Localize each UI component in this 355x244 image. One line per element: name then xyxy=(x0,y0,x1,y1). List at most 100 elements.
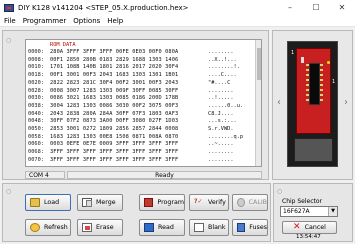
blank-button[interactable]: Blank xyxy=(189,219,229,236)
hex-row: 0038: 3004 1283 1303 0086 3030 00F2 3075 … xyxy=(26,103,261,111)
hex-row: 0058: 1683 1283 1303 00E8 1508 0871 008A … xyxy=(26,134,261,142)
hex-bytes: 3FFF 3FFF 3FFF 3FFF 3FFF 3FFF 3FFF 3FFF xyxy=(50,156,179,163)
close-button[interactable]: ✕ xyxy=(329,0,355,16)
hex-address: 0038: xyxy=(28,102,44,109)
hex-ascii: ........ xyxy=(208,156,234,163)
status-bar: COM 4 Ready xyxy=(25,170,262,179)
menu-help[interactable]: Help xyxy=(107,17,123,25)
hex-bytes: 0086 3021 1683 1303 0085 0186 200D 178B xyxy=(50,95,179,102)
menu-file[interactable]: File xyxy=(4,17,16,25)
merge-label: Merge xyxy=(96,199,116,206)
hex-bytes: 1683 1283 1303 00E8 1508 0871 008A 0870 xyxy=(50,133,179,140)
hex-bytes: 2043 2838 280A 284A 30FF 07F3 1803 0AF3 xyxy=(50,110,179,117)
status-message: Ready xyxy=(67,170,262,179)
hex-ascii: ..X..!... xyxy=(208,56,237,63)
hex-panel: ○ ROM DATA 0000: 280A 3FFF 3FFF 3FFF 00FE… xyxy=(2,30,269,180)
hex-row: 0020: 2822 2823 281C 30F4 00F2 3001 00F3 … xyxy=(26,80,261,88)
zif-socket-image: 1 1 xyxy=(287,41,338,167)
hex-row: 0068: 3FFF 3FFF 3FFF 3FFF 3FFF 3FFF 3FFF … xyxy=(26,149,261,157)
read-icon xyxy=(144,223,154,232)
hex-row: 0000: 280A 3FFF 3FFF 3FFF 00FE 0E03 00F0 … xyxy=(26,49,261,57)
chevron-left-icon[interactable]: ‹ xyxy=(277,97,281,108)
hex-row: 0030: 0086 3021 1683 1303 0085 0186 200D … xyxy=(26,95,261,103)
hex-address: 0070: xyxy=(28,156,44,163)
fuses-button[interactable]: Fuses xyxy=(232,219,268,236)
pin-label: 1 xyxy=(291,50,295,56)
hex-row: 0060: 0003 0EFE 0E7E 0009 3FFF 3FFF 3FFF … xyxy=(26,141,261,149)
minimize-button[interactable]: – xyxy=(277,0,303,16)
hex-row: 0028: 0008 3007 1283 1303 009F 30FF 0085 … xyxy=(26,88,261,96)
calib-button[interactable]: CALIB xyxy=(232,194,268,211)
scrollbar-thumb[interactable] xyxy=(257,48,261,80)
hex-rows: 0000: 280A 3FFF 3FFF 3FFF 00FE 0E03 00F0 … xyxy=(26,49,261,165)
hex-address: 0068: xyxy=(28,149,44,156)
pin-label-right: 1 xyxy=(332,79,336,85)
maximize-button[interactable]: ☐ xyxy=(303,0,329,16)
erase-button[interactable]: Erase xyxy=(77,219,123,236)
chip-selected-value: 16F627A xyxy=(283,208,310,215)
hex-bytes: 30FF 07F2 0873 3A00 00FF 3080 027F 1D03 xyxy=(50,118,179,125)
hex-ascii: ........ xyxy=(208,149,234,156)
fuses-icon xyxy=(237,223,246,232)
hex-row: 0048: 30FF 07F2 0873 3A00 00FF 3080 027F … xyxy=(26,118,261,126)
program-chip-icon xyxy=(144,198,154,207)
hex-row: 0008: 00F1 2850 280B 0183 2829 1688 1303 … xyxy=(26,57,261,65)
hex-ascii: "#....C xyxy=(208,79,231,86)
read-button[interactable]: Read xyxy=(139,219,185,236)
refresh-button[interactable]: Refresh xyxy=(25,219,71,236)
chevron-down-icon[interactable]: ▼ xyxy=(328,207,337,216)
hex-ascii: ........!. xyxy=(208,64,240,71)
cancel-button[interactable]: ✕ Cancel xyxy=(282,221,337,234)
hex-row: 0040: 2043 2838 280A 284A 30FF 07F3 1803 … xyxy=(26,111,261,119)
hex-bytes: 3FFF 3FFF 3FFF 3FFF 3FFF 3FFF 3FFF 3FFF xyxy=(50,149,179,156)
hex-row: 0018: 00F1 3001 00F3 2043 1683 1303 1301 … xyxy=(26,72,261,80)
hex-bytes: 1701 108B 140B 1801 2816 2017 2020 30F4 xyxy=(50,64,179,71)
hex-scrollbar[interactable] xyxy=(255,40,261,166)
hex-bytes: 0003 0EFE 0E7E 0009 3FFF 3FFF 3FFF 3FFF xyxy=(50,141,179,148)
hex-address: 0008: xyxy=(28,56,44,63)
erase-icon xyxy=(82,223,92,232)
hex-bytes: 00F1 2850 280B 0183 2829 1688 1303 1406 xyxy=(50,56,179,63)
app-icon xyxy=(4,4,14,12)
pin1-dot-icon xyxy=(327,61,330,64)
hex-address: 0048: xyxy=(28,118,44,125)
merge-button[interactable]: Merge xyxy=(77,194,123,211)
menu-programmer[interactable]: Programmer xyxy=(23,17,67,25)
window-controls: – ☐ ✕ xyxy=(277,0,355,16)
verify-icon: ?✓ xyxy=(194,198,203,205)
chip-selector-dropdown[interactable]: 16F627A ▼ xyxy=(280,206,338,217)
menu-options[interactable]: Options xyxy=(73,17,100,25)
hex-address: 0060: xyxy=(28,141,44,148)
cancel-label: Cancel xyxy=(304,224,326,231)
hex-address: 0030: xyxy=(28,95,44,102)
hex-address: 0058: xyxy=(28,133,44,140)
calib-icon xyxy=(237,198,245,207)
cancel-x-icon: ✕ xyxy=(293,222,301,232)
panel-grip-icon: ○ xyxy=(277,188,283,195)
hex-ascii: ......0..u. xyxy=(208,102,244,109)
chevron-right-icon[interactable]: › xyxy=(344,97,348,108)
socket-lever-icon xyxy=(301,57,304,63)
pins-right xyxy=(320,64,323,104)
hex-address: 0000: xyxy=(28,49,44,55)
hex-bytes: 2822 2823 281C 30F4 00F2 3001 00F3 2043 xyxy=(50,79,179,86)
load-button[interactable]: Load xyxy=(25,194,71,211)
hex-address: 0020: xyxy=(28,79,44,86)
hex-row: 0070: 3FFF 3FFF 3FFF 3FFF 3FFF 3FFF 3FFF … xyxy=(26,157,261,165)
hex-ascii: ..!..... xyxy=(208,95,234,102)
board xyxy=(294,138,333,162)
program-button[interactable]: Program xyxy=(139,194,185,211)
folder-icon xyxy=(30,198,40,207)
read-label: Read xyxy=(158,224,174,231)
verify-label: Verify xyxy=(208,199,226,206)
hex-ascii: ........q.p xyxy=(208,133,244,140)
rom-data-header: ROM DATA xyxy=(50,42,76,48)
hex-view[interactable]: ROM DATA 0000: 280A 3FFF 3FFF 3FFF 00FE 0… xyxy=(25,39,262,167)
hex-ascii: ..~..... xyxy=(208,141,234,148)
calib-label: CALIB xyxy=(248,199,267,206)
load-label: Load xyxy=(44,199,60,206)
hex-ascii: S.r.VWD. xyxy=(208,126,234,133)
verify-button[interactable]: ?✓ Verify xyxy=(189,194,229,211)
menu-bar: File Programmer Options Help xyxy=(0,16,355,27)
hex-ascii: ........ xyxy=(208,87,234,94)
